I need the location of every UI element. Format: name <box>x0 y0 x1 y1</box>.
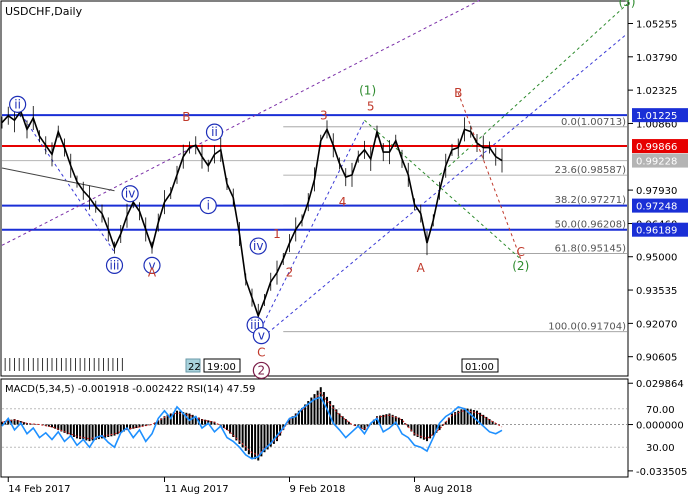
level-price-label: 0.97248 <box>636 202 677 213</box>
wave-label: (3) <box>619 0 636 9</box>
indicator-y-tick-label: 0.029864 <box>636 379 684 390</box>
wave-label: ii <box>14 97 21 111</box>
y-tick-label: 1.03790 <box>636 53 677 64</box>
y-tick-label: 0.92070 <box>636 319 677 330</box>
indicator-y-tick-label: -0.033505 <box>636 467 687 478</box>
y-tick-label: 0.95000 <box>636 253 677 264</box>
wave-label: ii <box>211 125 218 139</box>
indicator-y-tick-label: 0.000000 <box>636 421 684 432</box>
y-tick-label: 0.93535 <box>636 286 677 297</box>
wave-label: 2 <box>258 363 266 377</box>
wave-label: 5 <box>367 100 375 114</box>
chart-window[interactable]: 1.052551.037901.023251.008600.979300.964… <box>0 0 700 500</box>
x-tick-label: 9 Feb 2018 <box>290 484 346 495</box>
x-tick-label: 14 Feb 2017 <box>8 484 70 495</box>
wave-label: iv <box>253 239 263 253</box>
symbol-label: USDCHF,Daily <box>5 5 83 18</box>
wave-label: i <box>207 199 210 213</box>
level-price-label: 0.99866 <box>636 142 677 153</box>
wave-label: iii <box>109 258 119 272</box>
wave-label: 2 <box>286 266 294 280</box>
wave-label: A <box>148 266 157 280</box>
wave-label: C <box>517 245 525 259</box>
chart-canvas[interactable]: 1.052551.037901.023251.008600.979300.964… <box>0 0 700 500</box>
fib-label: 38.2(0.97271) <box>555 195 627 206</box>
y-tick-label: 1.05255 <box>636 19 677 30</box>
wave-label: v <box>258 329 265 343</box>
wave-label: A <box>417 261 426 275</box>
wave-label: 1 <box>273 227 281 241</box>
level-price-label: 0.96189 <box>636 226 677 237</box>
time-box-3-label: 01:00 <box>465 362 494 373</box>
y-tick-label: 0.90605 <box>636 353 677 364</box>
fib-label: 100.0(0.91704) <box>548 322 626 333</box>
x-tick-label: 11 Aug 2017 <box>165 484 229 495</box>
fib-label: 0.0(1.00713) <box>561 117 626 128</box>
fib-label: 50.0(0.96208) <box>555 219 627 230</box>
fib-label: 61.8(0.95145) <box>555 243 627 254</box>
rsi-tick-label: 70.00 <box>646 405 675 416</box>
level-price-label: 1.01225 <box>636 111 677 122</box>
wave-label: B <box>454 86 462 100</box>
wave-label: (1) <box>359 84 376 98</box>
y-tick-label: 0.97930 <box>636 186 677 197</box>
x-tick-label: 8 Aug 2018 <box>415 484 473 495</box>
fib-label: 23.6(0.98587) <box>555 165 627 176</box>
wave-label: iv <box>125 187 135 201</box>
wave-label: C <box>257 345 265 359</box>
wave-label: 3 <box>320 109 328 123</box>
level-price-label: 0.99228 <box>636 157 677 168</box>
time-box-2-label: 19:00 <box>207 362 236 373</box>
indicator-title: MACD(5,34,5) -0.001918 -0.002422 RSI(14)… <box>5 384 255 395</box>
time-box-1-label: 22 <box>188 362 201 373</box>
rsi-tick-label: 30.00 <box>646 443 675 454</box>
wave-label: B <box>182 110 190 124</box>
y-tick-label: 1.02325 <box>636 86 677 97</box>
wave-label: (2) <box>512 259 529 273</box>
wave-label: 4 <box>339 195 347 209</box>
